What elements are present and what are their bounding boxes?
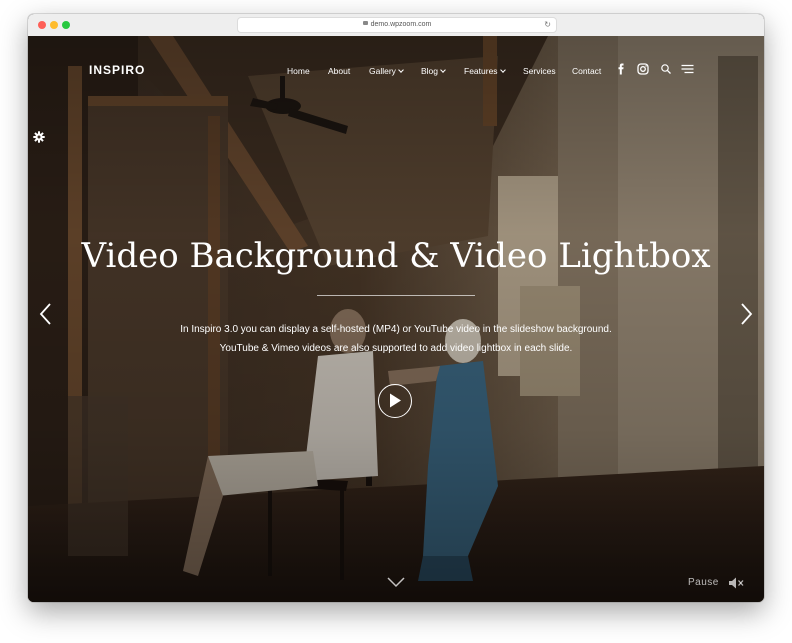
hero-description-line: In Inspiro 3.0 you can display a self-ho… [180, 324, 612, 335]
chevron-down-icon[interactable] [386, 576, 406, 588]
hero-overlay [28, 36, 764, 602]
nav-item-blog[interactable]: Blog [421, 65, 446, 77]
hero-description: In Inspiro 3.0 you can display a self-ho… [28, 320, 764, 358]
chevron-down-icon [499, 67, 506, 73]
url-display: demo.wpzoom.com [238, 18, 556, 32]
gear-icon[interactable] [33, 131, 45, 143]
search-icon[interactable] [660, 63, 672, 75]
pause-video-button[interactable]: Pause [688, 577, 719, 588]
site-logo[interactable]: INSPIRO [89, 63, 145, 77]
video-lightbox-play-button[interactable] [378, 384, 412, 418]
browser-titlebar: demo.wpzoom.com ↻ [28, 14, 764, 37]
nav-label: About [328, 66, 351, 76]
nav-item-about[interactable]: About [328, 65, 350, 77]
minimize-window-button[interactable] [50, 21, 58, 29]
nav-item-features[interactable]: Features [464, 65, 506, 77]
browser-window: demo.wpzoom.com ↻ INSPIRO Home About Gal… [28, 14, 764, 602]
url-text: demo.wpzoom.com [370, 21, 432, 28]
nav-label: Services [523, 66, 556, 76]
hero-divider [317, 295, 475, 296]
nav-item-services[interactable]: Services [523, 65, 556, 77]
address-bar[interactable]: demo.wpzoom.com ↻ [238, 18, 556, 32]
hero-slider: INSPIRO Home About Gallery Blog Features… [28, 36, 764, 602]
play-icon [390, 393, 401, 408]
nav-item-gallery[interactable]: Gallery [369, 65, 404, 77]
close-window-button[interactable] [38, 21, 46, 29]
nav-item-contact[interactable]: Contact [572, 65, 601, 77]
nav-label: Features [464, 66, 498, 76]
nav-label: Contact [572, 66, 602, 76]
facebook-icon[interactable] [615, 63, 627, 75]
lock-icon [362, 21, 368, 26]
mute-icon[interactable] [728, 576, 744, 590]
chevron-down-icon [398, 67, 404, 73]
hero-title: Video Background & Video Lightbox [81, 236, 711, 276]
nav-label: Gallery [369, 66, 396, 76]
nav-label: Home [287, 66, 310, 76]
menu-icon[interactable] [681, 63, 694, 75]
chevron-down-icon [440, 67, 446, 73]
instagram-icon[interactable] [637, 63, 649, 75]
chevron-right-icon[interactable] [738, 301, 754, 327]
maximize-window-button[interactable] [62, 21, 70, 29]
nav-item-home[interactable]: Home [287, 65, 310, 77]
nav-label: Blog [421, 66, 439, 76]
reload-icon[interactable]: ↻ [544, 18, 551, 32]
hero-description-line: YouTube & Vimeo videos are also supporte… [219, 343, 573, 354]
chevron-left-icon[interactable] [38, 301, 54, 327]
